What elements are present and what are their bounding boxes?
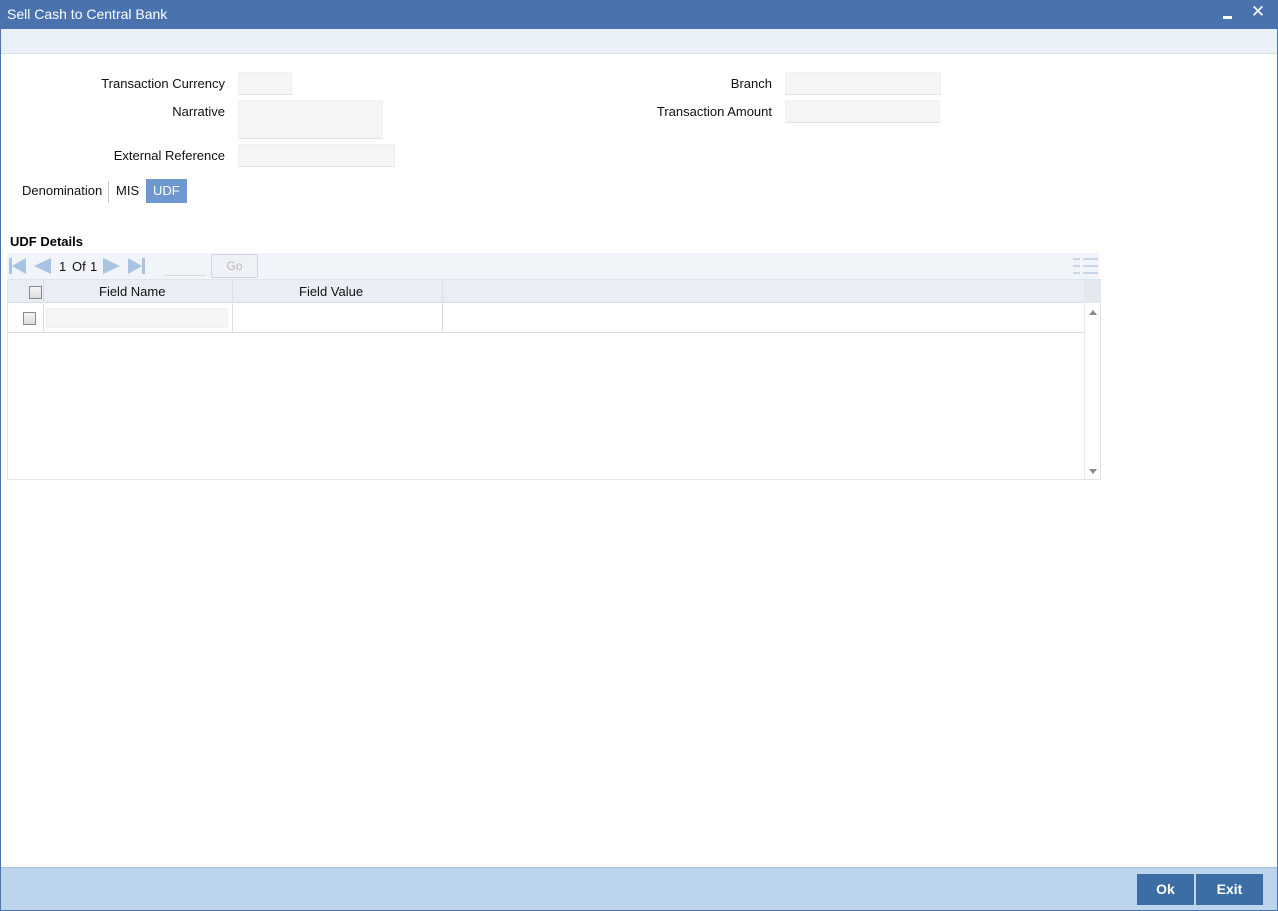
vertical-scrollbar[interactable] <box>1084 280 1101 479</box>
column-settings-icon[interactable] <box>1073 255 1099 277</box>
last-page-icon[interactable] <box>126 256 148 276</box>
udf-details-title: UDF Details <box>10 234 83 249</box>
tab-mis[interactable]: MIS <box>109 179 146 203</box>
scroll-up-icon[interactable] <box>1089 310 1097 315</box>
total-pages: 1 <box>90 259 98 274</box>
first-page-icon[interactable] <box>7 256 29 276</box>
title-bar: Sell Cash to Central Bank ✕ <box>1 1 1277 29</box>
close-icon[interactable]: ✕ <box>1249 2 1267 22</box>
of-label: Of <box>72 259 86 274</box>
window-title: Sell Cash to Central Bank <box>7 6 168 22</box>
column-header-field-value[interactable]: Field Value <box>299 284 363 299</box>
tab-denomination[interactable]: Denomination <box>15 179 109 203</box>
narrative-field[interactable] <box>238 100 383 139</box>
udf-table: Field Name Field Value <box>7 279 1101 480</box>
goto-page-input[interactable] <box>165 256 206 276</box>
row-checkbox[interactable] <box>23 312 36 325</box>
column-header-field-name[interactable]: Field Name <box>99 284 165 299</box>
toolbar-strip <box>1 29 1277 54</box>
transaction-currency-field[interactable] <box>238 72 292 95</box>
branch-field[interactable] <box>785 72 941 95</box>
branch-label: Branch <box>730 76 772 91</box>
field-value-cell[interactable] <box>234 306 440 330</box>
dialog-window: Sell Cash to Central Bank ✕ Transaction … <box>0 0 1278 911</box>
select-all-checkbox[interactable] <box>29 286 42 299</box>
scroll-down-icon[interactable] <box>1089 469 1097 474</box>
table-header: Field Name Field Value <box>8 280 1084 303</box>
table-row <box>8 304 1084 333</box>
footer-bar: Ok Exit <box>1 867 1277 910</box>
transaction-amount-label: Transaction Amount <box>656 104 772 119</box>
ok-button[interactable]: Ok <box>1137 874 1194 905</box>
current-page: 1 <box>59 259 67 274</box>
go-button[interactable]: Go <box>211 254 258 278</box>
external-reference-label: External Reference <box>113 148 225 163</box>
minimize-icon[interactable] <box>1220 5 1236 23</box>
transaction-amount-field[interactable] <box>785 100 940 123</box>
transaction-currency-label: Transaction Currency <box>101 76 225 91</box>
field-name-cell[interactable] <box>46 308 228 328</box>
tab-udf[interactable]: UDF <box>146 179 187 203</box>
previous-page-icon[interactable] <box>31 256 53 276</box>
exit-button[interactable]: Exit <box>1196 874 1263 905</box>
external-reference-field[interactable] <box>238 144 395 167</box>
narrative-label: Narrative <box>172 104 225 119</box>
pagination-bar: 1 Of 1 Go <box>7 253 1099 279</box>
next-page-icon[interactable] <box>101 256 123 276</box>
